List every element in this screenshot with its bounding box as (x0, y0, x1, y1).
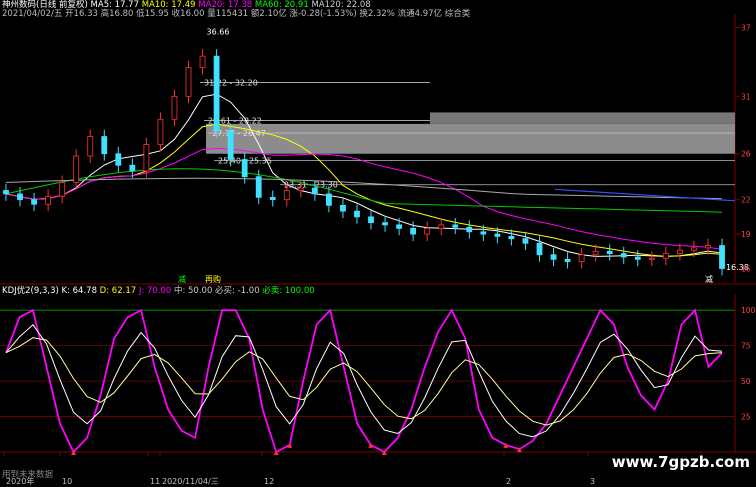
chip-band-top (430, 112, 735, 124)
chart-header-line2: 2021/04/02/五 开16.33 高16.80 低15.95 收16.00… (2, 9, 470, 19)
indicator-header: KDJ优2(9,3,3) K: 64.78 D: 62.17 J: 70.00 … (2, 286, 315, 296)
footer-note: 用到未来数据 (2, 470, 53, 480)
candle (59, 175, 66, 204)
kdj-value-label: D: 62.17 (96, 286, 137, 296)
price-axis-label: 37 (741, 23, 751, 32)
candle (73, 149, 80, 190)
indicator-title: KDJ优2(9,3,3) (2, 286, 59, 296)
signal-labels: 减 再购 减 (178, 274, 713, 284)
kdj-axis: 100 75 50 25 (741, 306, 756, 421)
candle (620, 246, 627, 264)
candle (185, 60, 192, 104)
high-price-label: 36.66 (207, 27, 230, 36)
candlesticks (3, 49, 725, 276)
signal-label: 减 (178, 274, 186, 284)
kdj-lines (5, 308, 723, 455)
kdj-axis-label: 75 (741, 342, 751, 351)
price-axis: 37 31 26 22 19 16 (735, 23, 751, 274)
kdj-value-label: J: 70.00 (136, 286, 172, 296)
candle (199, 49, 206, 75)
kdj-value-label: 必买: -1.00 (212, 286, 260, 296)
quote-line: 2021/04/02/五 开16.33 高16.80 低15.95 收16.00… (2, 9, 471, 19)
date-label: 10 (62, 477, 72, 486)
chip-distribution: 31.22 - 32.2029.61 - 28.2227.77 - 26.472… (200, 79, 735, 190)
candle (31, 192, 37, 212)
kdj-axis-label: 25 (741, 413, 751, 422)
price-axis-label: 16 (741, 265, 751, 274)
signal-label: 减 (705, 274, 713, 284)
date-label: 2 (506, 477, 511, 486)
candle (648, 251, 655, 267)
candle (508, 229, 515, 246)
candle (662, 246, 669, 266)
kdj-reference-lines (0, 309, 735, 417)
candle (213, 49, 220, 138)
candle (522, 231, 529, 251)
price-axis-label: 19 (741, 230, 751, 239)
candle (354, 204, 360, 224)
candle (424, 221, 431, 241)
price-axis-label: 31 (741, 92, 751, 101)
candle (606, 244, 613, 261)
date-label: 11 (150, 477, 160, 486)
future-data-note: 用到未来数据 (2, 470, 54, 480)
candle (326, 187, 332, 213)
candle (550, 247, 557, 267)
date-label: 2020/11/04/三 (162, 477, 219, 486)
candle (466, 220, 473, 239)
kdj-value-label: 必卖: 100.00 (259, 286, 315, 296)
watermark: www.7gpzb.com (611, 453, 750, 471)
kdj-axis-label: 100 (741, 306, 756, 315)
candle (157, 112, 164, 152)
kdj-axis-label: 50 (741, 377, 751, 386)
candle (87, 129, 94, 163)
candle (705, 238, 711, 255)
date-label: 12 (264, 477, 274, 486)
candle (269, 190, 276, 207)
price-axis-label: 26 (741, 150, 751, 159)
ma120-line (5, 177, 723, 200)
date-axis: 2020年 10 11 2020/11/04/三 12 2 3 (3, 452, 595, 486)
candle (452, 218, 459, 235)
kdj-value-label: 中: 50.00 (171, 286, 213, 296)
ma60-line (5, 168, 723, 213)
candle (719, 238, 725, 276)
candle (578, 247, 585, 269)
price-axis-label: 22 (741, 196, 751, 205)
signal-label: 再购 (205, 274, 221, 284)
candle (634, 250, 641, 267)
candle (115, 146, 122, 173)
candle (536, 236, 543, 262)
candle (45, 189, 52, 212)
stock-chart: 31.22 - 32.2029.61 - 28.2227.77 - 26.472… (0, 14, 756, 486)
chip-level-label: 31.22 - 32.20 (204, 79, 258, 88)
candle (368, 209, 374, 230)
candle (101, 129, 108, 161)
candle (3, 183, 9, 201)
candle (171, 89, 178, 127)
candle (564, 252, 571, 269)
candle (340, 198, 346, 219)
date-label: 3 (590, 477, 595, 486)
candle (438, 218, 445, 236)
kdj-value-label: K: 64.78 (61, 286, 97, 296)
candle (382, 215, 388, 232)
chip-level-label: 27.77 - 26.47 (212, 129, 266, 138)
